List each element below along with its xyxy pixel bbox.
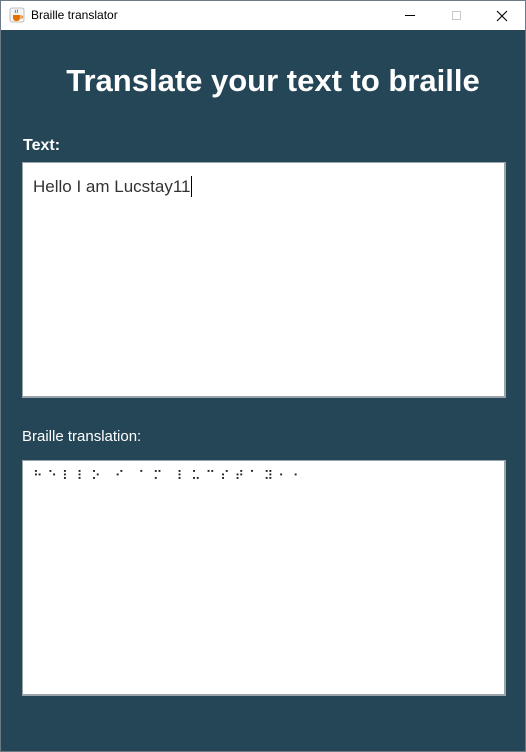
window-title: Braille translator xyxy=(31,8,118,22)
close-icon xyxy=(496,10,508,21)
text-input-area[interactable]: Hello I am Lucstay11 xyxy=(22,162,506,398)
text-caret xyxy=(191,176,193,197)
java-cup-icon xyxy=(9,7,25,23)
app-window: Braille translator Translate your text t… xyxy=(0,0,526,752)
text-input-content: Hello I am Lucstay11 xyxy=(33,177,191,196)
main-panel: Translate your text to braille Text: Hel… xyxy=(1,30,525,751)
minimize-button[interactable] xyxy=(387,1,433,30)
close-button[interactable] xyxy=(479,1,525,30)
maximize-button[interactable] xyxy=(433,1,479,30)
text-label: Text: xyxy=(23,137,61,154)
minimize-icon xyxy=(405,15,415,16)
maximize-icon xyxy=(451,11,461,20)
braille-output-value: ⠓⠑⠇⠇⠕ ⠊ ⠁⠍ ⠇⠥⠉⠎⠞⠁⠽⠂⠂ xyxy=(33,469,308,484)
text-input-value[interactable]: Hello I am Lucstay11 xyxy=(33,176,193,197)
title-bar[interactable]: Braille translator xyxy=(1,0,525,30)
braille-label: Braille translation: xyxy=(22,428,142,445)
braille-output-area[interactable]: ⠓⠑⠇⠇⠕ ⠊ ⠁⠍ ⠇⠥⠉⠎⠞⠁⠽⠂⠂ xyxy=(22,460,506,696)
page-title: Translate your text to braille xyxy=(66,63,480,98)
